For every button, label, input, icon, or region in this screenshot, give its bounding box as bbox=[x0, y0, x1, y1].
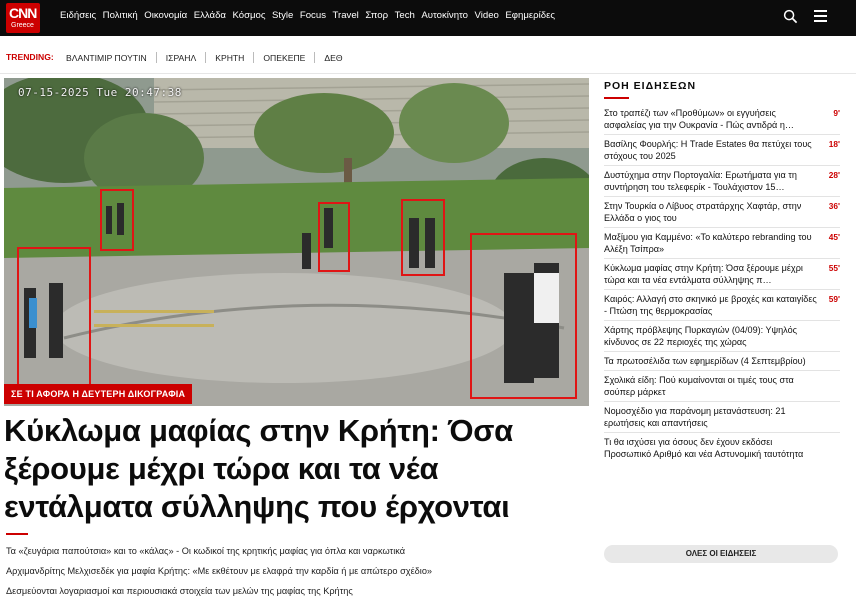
nav-item-sports[interactable]: Σπορ bbox=[365, 10, 388, 21]
cctv-scene-illustration bbox=[4, 78, 589, 406]
feed-item[interactable]: Σχολικά είδη: Πού κυμαίνονται οι τιμές τ… bbox=[604, 371, 840, 402]
feed-item[interactable]: Δυστύχημα στην Πορτογαλία: Ερωτήματα για… bbox=[604, 166, 840, 197]
nav-item-tech[interactable]: Tech bbox=[395, 10, 415, 21]
feed-item-time: 55' bbox=[828, 263, 840, 273]
related-story-link[interactable]: Τα «ζευγάρια παπούτσια» και το «κάλας» -… bbox=[6, 545, 591, 565]
feed-item[interactable]: Νομοσχέδιο για παράνομη μετανάστευση: 21… bbox=[604, 402, 840, 433]
feed-item-text: Τι θα ισχύσει για όσους δεν έχουν εκδόσε… bbox=[604, 437, 804, 459]
hero-kicker-label[interactable]: ΣΕ ΤΙ ΑΦΟΡΑ Η ΔΕΥΤΕΡΗ ΔΙΚΟΓΡΑΦΙΑ bbox=[4, 384, 193, 404]
feed-item-text: Σχολικά είδη: Πού κυμαίνονται οι τιμές τ… bbox=[604, 375, 794, 397]
top-navigation-bar: CNN Greece Ειδήσεις Πολιτική Οικονομία Ε… bbox=[0, 0, 856, 36]
news-feed-title: ΡΟΗ ΕΙΔΗΣΕΩΝ bbox=[604, 80, 697, 92]
divider bbox=[253, 52, 255, 63]
search-icon[interactable] bbox=[783, 9, 798, 24]
feed-item-time: 45' bbox=[828, 232, 840, 242]
feed-item[interactable]: Βασίλης Φουρλής: Η Trade Estates θα πετύ… bbox=[604, 135, 840, 166]
feed-item-text: Μαξίμου για Καμμένο: «Το καλύτερο rebran… bbox=[604, 232, 812, 254]
divider bbox=[314, 52, 316, 63]
feed-item[interactable]: Χάρτης πρόβλεψης Πυρκαγιών (04/09): Υψηλ… bbox=[604, 321, 840, 352]
divider bbox=[604, 97, 629, 99]
feed-item-text: Κύκλωμα μαφίας στην Κρήτη: Όσα ξέρουμε μ… bbox=[604, 263, 803, 285]
nav-item-video[interactable]: Video bbox=[475, 10, 499, 21]
nav-item-auto[interactable]: Αυτοκίνητο bbox=[421, 10, 468, 21]
main-headline[interactable]: Κύκλωμα μαφίας στην Κρήτη: Όσα ξέρουμε μ… bbox=[4, 412, 589, 526]
trending-item[interactable]: ΔΕΘ bbox=[324, 53, 342, 63]
main-nav: Ειδήσεις Πολιτική Οικονομία Ελλάδα Κόσμο… bbox=[60, 10, 561, 21]
trending-label: TRENDING: bbox=[6, 52, 54, 62]
feed-item[interactable]: Τι θα ισχύσει για όσους δεν έχουν εκδόσε… bbox=[604, 433, 840, 463]
logo-text: CNN bbox=[9, 5, 37, 21]
trending-items: ΒΛΑΝΤΙΜΙΡ ΠΟΥΤΙΝ ΙΣΡΑΗΛ ΚΡΗΤΗ ΟΠΕΚΕΠΕ ΔΕ… bbox=[66, 52, 343, 63]
divider bbox=[6, 533, 28, 535]
trending-item[interactable]: ΟΠΕΚΕΠΕ bbox=[263, 53, 305, 63]
nav-item-travel[interactable]: Travel bbox=[333, 10, 359, 21]
news-feed-list: Στο τραπέζι των «Προθύμων» οι εγγυήσεις … bbox=[604, 104, 840, 463]
trending-item[interactable]: ΙΣΡΑΗΛ bbox=[166, 53, 196, 63]
feed-item[interactable]: Τα πρωτοσέλιδα των εφημερίδων (4 Σεπτεμβ… bbox=[604, 352, 840, 371]
feed-item-text: Καιρός: Αλλαγή στο σκηνικό με βροχές και… bbox=[604, 294, 817, 316]
feed-item-text: Στο τραπέζι των «Προθύμων» οι εγγυήσεις … bbox=[604, 108, 794, 130]
nav-item-economy[interactable]: Οικονομία bbox=[144, 10, 187, 21]
menu-icon[interactable] bbox=[814, 10, 827, 22]
nav-item-politics[interactable]: Πολιτική bbox=[103, 10, 138, 21]
nav-item-news[interactable]: Ειδήσεις bbox=[60, 10, 96, 21]
feed-item-time: 36' bbox=[828, 201, 840, 211]
feed-item-text: Χάρτης πρόβλεψης Πυρκαγιών (04/09): Υψηλ… bbox=[604, 325, 798, 347]
divider bbox=[155, 52, 157, 63]
cctv-timestamp: 07-15-2025 Tue 20:47:38 bbox=[18, 86, 182, 99]
hero-image[interactable]: 07-15-2025 Tue 20:47:38 ΣΕ ΤΙ ΑΦΟΡΑ Η ΔΕ… bbox=[4, 78, 589, 406]
feed-item[interactable]: Καιρός: Αλλαγή στο σκηνικό με βροχές και… bbox=[604, 290, 840, 321]
trending-item[interactable]: ΚΡΗΤΗ bbox=[215, 53, 244, 63]
nav-item-focus[interactable]: Focus bbox=[300, 10, 326, 21]
cnn-greece-logo[interactable]: CNN Greece bbox=[6, 3, 40, 33]
trending-bar: TRENDING: ΒΛΑΝΤΙΜΙΡ ΠΟΥΤΙΝ ΙΣΡΑΗΛ ΚΡΗΤΗ … bbox=[0, 36, 856, 74]
feed-item-text: Τα πρωτοσέλιδα των εφημερίδων (4 Σεπτεμβ… bbox=[604, 356, 806, 366]
trending-item[interactable]: ΒΛΑΝΤΙΜΙΡ ΠΟΥΤΙΝ bbox=[66, 53, 147, 63]
related-story-link[interactable]: Αρχιμανδρίτης Μελχισεδέκ για μαφία Κρήτη… bbox=[6, 565, 591, 585]
nav-item-newspapers[interactable]: Εφημερίδες bbox=[505, 10, 555, 21]
feed-item[interactable]: Κύκλωμα μαφίας στην Κρήτη: Όσα ξέρουμε μ… bbox=[604, 259, 840, 290]
nav-item-greece[interactable]: Ελλάδα bbox=[194, 10, 226, 21]
feed-item-text: Στην Τουρκία ο Λίβυος στρατάρχης Χαφτάρ,… bbox=[604, 201, 802, 223]
all-news-button[interactable]: ΟΛΕΣ ΟΙ ΕΙΔΗΣΕΙΣ bbox=[604, 545, 838, 563]
feed-item-text: Νομοσχέδιο για παράνομη μετανάστευση: 21… bbox=[604, 406, 786, 428]
feed-item-time: 18' bbox=[828, 139, 840, 149]
feed-item-time: 28' bbox=[828, 170, 840, 180]
related-story-link[interactable]: Δεσμεύονται λογαριασμοί και περιουσιακά … bbox=[6, 585, 591, 603]
divider bbox=[205, 52, 207, 63]
feed-item-text: Βασίλης Φουρλής: Η Trade Estates θα πετύ… bbox=[604, 139, 812, 161]
feed-item[interactable]: Μαξίμου για Καμμένο: «Το καλύτερο rebran… bbox=[604, 228, 840, 259]
feed-item-time: 9' bbox=[833, 108, 840, 118]
related-stories: Τα «ζευγάρια παπούτσια» και το «κάλας» -… bbox=[6, 545, 591, 603]
feed-item-time: 59' bbox=[828, 294, 840, 304]
nav-item-world[interactable]: Κόσμος bbox=[232, 10, 265, 21]
feed-item[interactable]: Στο τραπέζι των «Προθύμων» οι εγγυήσεις … bbox=[604, 104, 840, 135]
feed-item-text: Δυστύχημα στην Πορτογαλία: Ερωτήματα για… bbox=[604, 170, 797, 192]
nav-item-style[interactable]: Style bbox=[272, 10, 293, 21]
logo-subtext: Greece bbox=[11, 22, 34, 29]
feed-item[interactable]: Στην Τουρκία ο Λίβυος στρατάρχης Χαφτάρ,… bbox=[604, 197, 840, 228]
